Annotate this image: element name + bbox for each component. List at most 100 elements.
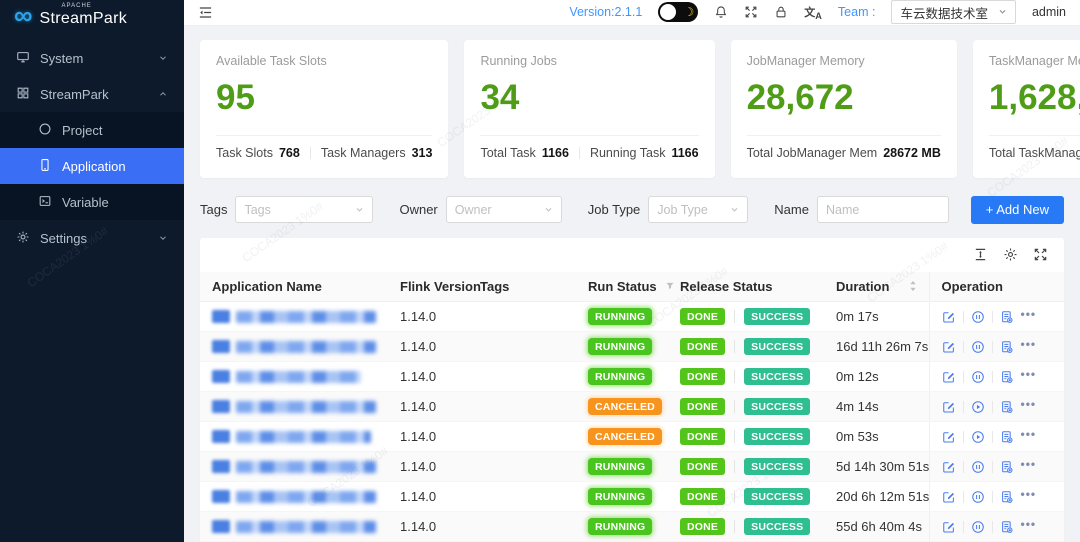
column-height-icon[interactable]	[973, 247, 988, 262]
sidebar-item-system[interactable]: System	[0, 40, 184, 76]
tags-label: Tags	[200, 202, 227, 217]
add-new-button[interactable]: + Add New	[971, 196, 1064, 224]
savepoint-doc-icon[interactable]	[1000, 430, 1014, 444]
fullscreen-icon[interactable]	[744, 5, 758, 19]
owner-select[interactable]: Owner	[446, 196, 562, 223]
table-body: 1.14.0 RUNNING DONE SUCCESS 0m 17s ••• 1…	[200, 302, 1064, 542]
application-name-link[interactable]	[212, 340, 376, 353]
sidebar-item-project[interactable]: Project	[0, 112, 184, 148]
logo[interactable]: ∞ APACHE StreamPark	[0, 0, 184, 30]
application-name-link[interactable]	[212, 520, 376, 533]
menu-fold-icon[interactable]	[198, 5, 213, 20]
duration-cell: 0m 12s	[824, 362, 929, 392]
edit-icon[interactable]	[942, 400, 956, 414]
application-name-link[interactable]	[212, 490, 376, 503]
dark-mode-toggle[interactable]: ☽	[658, 2, 698, 22]
bell-icon[interactable]	[714, 5, 728, 19]
operation-cell: •••	[929, 482, 1064, 512]
more-actions-icon[interactable]: •••	[1021, 344, 1037, 350]
edit-icon[interactable]	[942, 490, 956, 504]
col-flink-version: Flink Version	[388, 272, 468, 302]
run-status-badge: RUNNING	[588, 458, 652, 475]
application-name-link[interactable]	[212, 430, 376, 443]
savepoint-doc-icon[interactable]	[1000, 400, 1014, 414]
table-row: 1.14.0 RUNNING DONE SUCCESS 0m 17s •••	[200, 302, 1064, 332]
application-name-link[interactable]	[212, 370, 376, 383]
application-name-link[interactable]	[212, 460, 376, 473]
run-status-cell: RUNNING	[576, 302, 668, 332]
more-actions-icon[interactable]: •••	[1021, 374, 1037, 380]
sidebar-item-streampark[interactable]: StreamPark	[0, 76, 184, 112]
stat-title: JobManager Memory	[747, 54, 941, 68]
more-actions-icon[interactable]: •••	[1021, 494, 1037, 500]
savepoint-doc-icon[interactable]	[1000, 370, 1014, 384]
more-actions-icon[interactable]: •••	[1021, 524, 1037, 530]
pause-or-play-icon[interactable]	[971, 370, 985, 384]
savepoint-doc-icon[interactable]	[1000, 340, 1014, 354]
stat-title: Running Jobs	[480, 54, 698, 68]
application-name-link[interactable]	[212, 400, 376, 413]
more-actions-icon[interactable]: •••	[1021, 464, 1037, 470]
sorter-icon[interactable]	[909, 280, 917, 292]
savepoint-doc-icon[interactable]	[1000, 310, 1014, 324]
more-actions-icon[interactable]: •••	[1021, 314, 1037, 320]
application-name-link[interactable]	[212, 310, 376, 323]
col-run-status: Run Status	[576, 272, 668, 302]
more-actions-icon[interactable]: •••	[1021, 434, 1037, 440]
lock-icon[interactable]	[774, 5, 788, 19]
more-actions-icon[interactable]: •••	[1021, 404, 1037, 410]
sidebar-item-application[interactable]: Application	[0, 148, 184, 184]
pause-or-play-icon[interactable]	[971, 490, 985, 504]
edit-icon[interactable]	[942, 430, 956, 444]
pause-or-play-icon[interactable]	[971, 430, 985, 444]
translate-icon[interactable]: 文A	[804, 4, 822, 21]
fullscreen-icon[interactable]	[1033, 247, 1048, 262]
run-status-badge: RUNNING	[588, 488, 652, 505]
savepoint-doc-icon[interactable]	[1000, 520, 1014, 534]
pause-or-play-icon[interactable]	[971, 400, 985, 414]
version-label: Version:2.1.1	[569, 5, 642, 19]
pause-or-play-icon[interactable]	[971, 520, 985, 534]
stat-value: 34	[480, 80, 698, 115]
build-status-badge: SUCCESS	[744, 398, 810, 415]
owner-select-placeholder: Owner	[455, 203, 492, 217]
app-icon	[212, 400, 230, 413]
release-status-cell: DONE SUCCESS	[668, 482, 824, 512]
team-select[interactable]: 车云数据技术室	[891, 0, 1016, 24]
sidebar-submenu-streampark: Project Application Variable	[0, 112, 184, 220]
flink-version-cell: 1.14.0	[388, 302, 468, 332]
applications-panel: Application Name Flink Version Tags Run …	[200, 238, 1064, 542]
monitor-icon	[16, 50, 30, 67]
edit-icon[interactable]	[942, 310, 956, 324]
stat-footer-value: 1166	[671, 146, 698, 160]
sidebar-item-label: Project	[62, 123, 102, 138]
col-tags: Tags	[468, 272, 576, 302]
edit-icon[interactable]	[942, 460, 956, 474]
build-status-badge: SUCCESS	[744, 458, 810, 475]
pause-or-play-icon[interactable]	[971, 340, 985, 354]
app-icon	[212, 310, 230, 323]
filter-funnel-icon[interactable]	[665, 281, 675, 291]
name-input[interactable]	[817, 196, 949, 223]
filter-bar: Tags Tags Owner Owner Job Type Job Type …	[200, 196, 1064, 224]
edit-icon[interactable]	[942, 520, 956, 534]
table-row: 1.14.0 RUNNING DONE SUCCESS 16d 11h 26m …	[200, 332, 1064, 362]
operation-cell: •••	[929, 512, 1064, 542]
savepoint-doc-icon[interactable]	[1000, 490, 1014, 504]
pause-or-play-icon[interactable]	[971, 310, 985, 324]
pause-or-play-icon[interactable]	[971, 460, 985, 474]
user-name[interactable]: admin	[1032, 5, 1066, 19]
tags-select[interactable]: Tags	[235, 196, 373, 223]
streampark-app: ∞ APACHE StreamPark System StreamPark Pr…	[0, 0, 1080, 542]
edit-icon[interactable]	[942, 340, 956, 354]
jobtype-select[interactable]: Job Type	[648, 196, 748, 223]
savepoint-doc-icon[interactable]	[1000, 460, 1014, 474]
app-icon	[212, 340, 230, 353]
sidebar-item-settings[interactable]: Settings	[0, 220, 184, 256]
edit-icon[interactable]	[942, 370, 956, 384]
settings-gear-icon[interactable]	[1003, 247, 1018, 262]
release-status-cell: DONE SUCCESS	[668, 332, 824, 362]
build-status-badge: SUCCESS	[744, 518, 810, 535]
sidebar-item-variable[interactable]: Variable	[0, 184, 184, 220]
stat-footer-label: Task Managers	[321, 146, 406, 160]
